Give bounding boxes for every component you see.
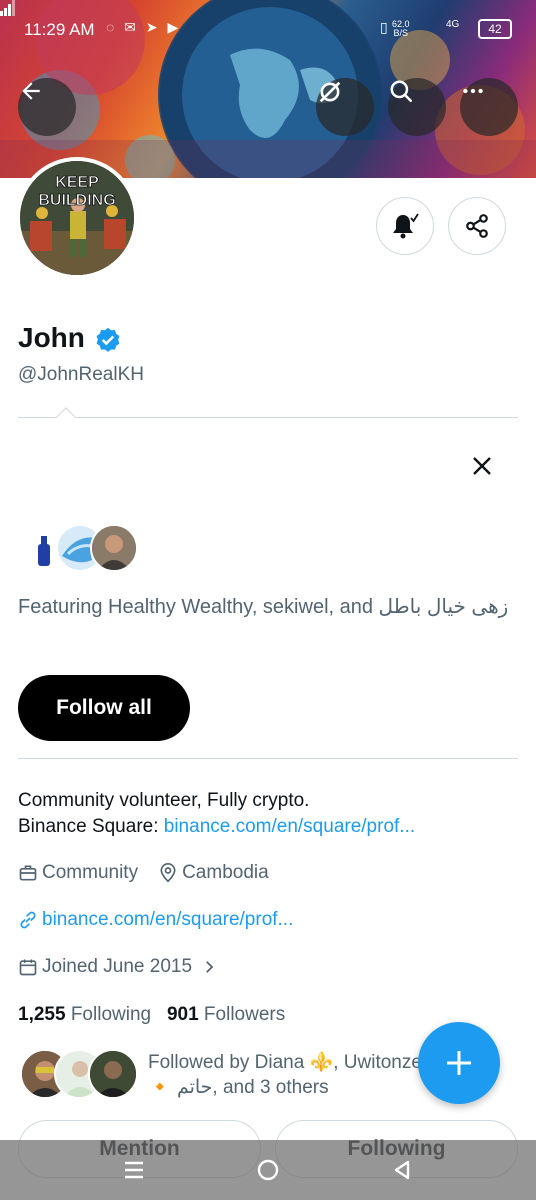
compose-post-button[interactable] [418, 1022, 500, 1104]
back-button[interactable] [18, 78, 76, 136]
bell-check-icon [390, 212, 420, 240]
divider-top [18, 417, 518, 418]
followers-count-link[interactable]: 901 Followers [167, 1004, 285, 1025]
following-count-label: Following [71, 1004, 151, 1025]
person-photo [90, 1051, 136, 1097]
avatar-image: KEEP BUILDING [20, 161, 134, 275]
followers-count: 901 [167, 1004, 199, 1025]
followed-by-avatar-3 [88, 1049, 138, 1099]
profile-name: John [18, 322, 85, 354]
chevron-right-icon [200, 958, 218, 976]
divider-bottom [18, 758, 518, 759]
home-button[interactable] [248, 1154, 288, 1186]
search-button[interactable] [388, 78, 446, 136]
profile-meta-category-location: Community Cambodia [18, 862, 269, 884]
signal-icon [0, 0, 16, 16]
close-icon [471, 455, 493, 477]
joined-label: Joined June 2015 [42, 956, 192, 978]
notifications-button[interactable] [376, 197, 434, 255]
suggested-accounts-avatars[interactable] [22, 524, 142, 572]
followed-by-avatars[interactable] [20, 1049, 140, 1099]
followers-count-label: Followers [204, 1004, 285, 1025]
following-count-link[interactable]: 1,255 Following [18, 1004, 151, 1025]
bio-line-2-prefix: Binance Square: [18, 816, 164, 837]
suggested-avatar-3 [90, 524, 138, 572]
grok-icon [316, 78, 344, 106]
calendar-icon [18, 957, 38, 977]
share-icon [464, 213, 490, 239]
profile-handle: @JohnRealKH [18, 364, 144, 386]
following-count: 1,255 [18, 1004, 66, 1025]
share-button[interactable] [448, 197, 506, 255]
link-icon [18, 910, 38, 930]
featuring-text: Featuring Healthy Wealthy, sekiwel, and … [18, 592, 518, 622]
more-horizontal-icon [460, 78, 486, 104]
bio-link[interactable]: binance.com/en/square/prof... [164, 816, 415, 837]
profile-meta-website[interactable]: binance.com/en/square/prof... [18, 909, 293, 931]
notification-icons: ◌ ✉ ➤ ▶ [106, 19, 181, 36]
more-button[interactable] [460, 78, 518, 136]
followed-by-text[interactable]: Followed by Diana ⚜️, Uwitonze 🔸 حاتم, a… [148, 1050, 438, 1100]
recent-apps-button[interactable] [114, 1154, 154, 1186]
avatar-text-1: KEEP [55, 174, 99, 191]
dismiss-suggestions-button[interactable] [466, 450, 498, 482]
back-nav-button[interactable] [382, 1154, 422, 1186]
avatar-text-2: BUILDING [38, 192, 115, 209]
profile-meta-joined[interactable]: Joined June 2015 [18, 956, 222, 978]
category-label: Community [42, 862, 138, 884]
system-navigation-bar [0, 1140, 536, 1200]
vibrate-icon: ▯ [380, 19, 388, 36]
verified-badge-icon[interactable] [94, 326, 122, 354]
bio-line-1: Community volunteer, Fully crypto. [18, 788, 518, 814]
profile-avatar[interactable]: KEEP BUILDING [16, 157, 138, 279]
followed-by-line-2: 🔸 حاتم, and 3 others [148, 1075, 438, 1100]
location-label: Cambodia [182, 862, 269, 884]
location-pin-icon [158, 863, 178, 883]
net-speed: 62.0 B/S [392, 20, 410, 38]
follow-counts: 1,255 Following 901 Followers [18, 1004, 285, 1026]
network-type: 4G [446, 19, 459, 30]
profile-bio: Community volunteer, Fully crypto. Binan… [18, 788, 518, 840]
menu-lines-icon [123, 1159, 145, 1181]
follow-all-button[interactable]: Follow all [18, 675, 190, 741]
bio-line-2: Binance Square: binance.com/en/square/pr… [18, 814, 518, 840]
person-photo [92, 526, 136, 570]
followed-by-line-1: Followed by Diana ⚜️, Uwitonze [148, 1050, 438, 1075]
profile-banner[interactable]: 11:29 AM ◌ ✉ ➤ ▶ ▯ 62.0 B/S 4G 42 [0, 0, 536, 178]
status-time: 11:29 AM [24, 20, 95, 40]
grok-button[interactable] [316, 78, 374, 136]
battery-indicator: 42 [478, 19, 512, 39]
briefcase-icon [18, 863, 38, 883]
home-circle-icon [256, 1158, 280, 1182]
arrow-left-icon [18, 78, 44, 104]
back-triangle-icon [391, 1159, 413, 1181]
net-speed-unit: B/S [394, 28, 409, 38]
website-link[interactable]: binance.com/en/square/prof... [42, 909, 293, 931]
card-notch [56, 407, 76, 419]
profile-page: 11:29 AM ◌ ✉ ➤ ▶ ▯ 62.0 B/S 4G 42 [0, 0, 536, 1200]
search-icon [388, 78, 414, 104]
plus-icon [444, 1048, 474, 1078]
status-bar: 11:29 AM ◌ ✉ ➤ ▶ ▯ 62.0 B/S 4G 42 [0, 0, 536, 60]
